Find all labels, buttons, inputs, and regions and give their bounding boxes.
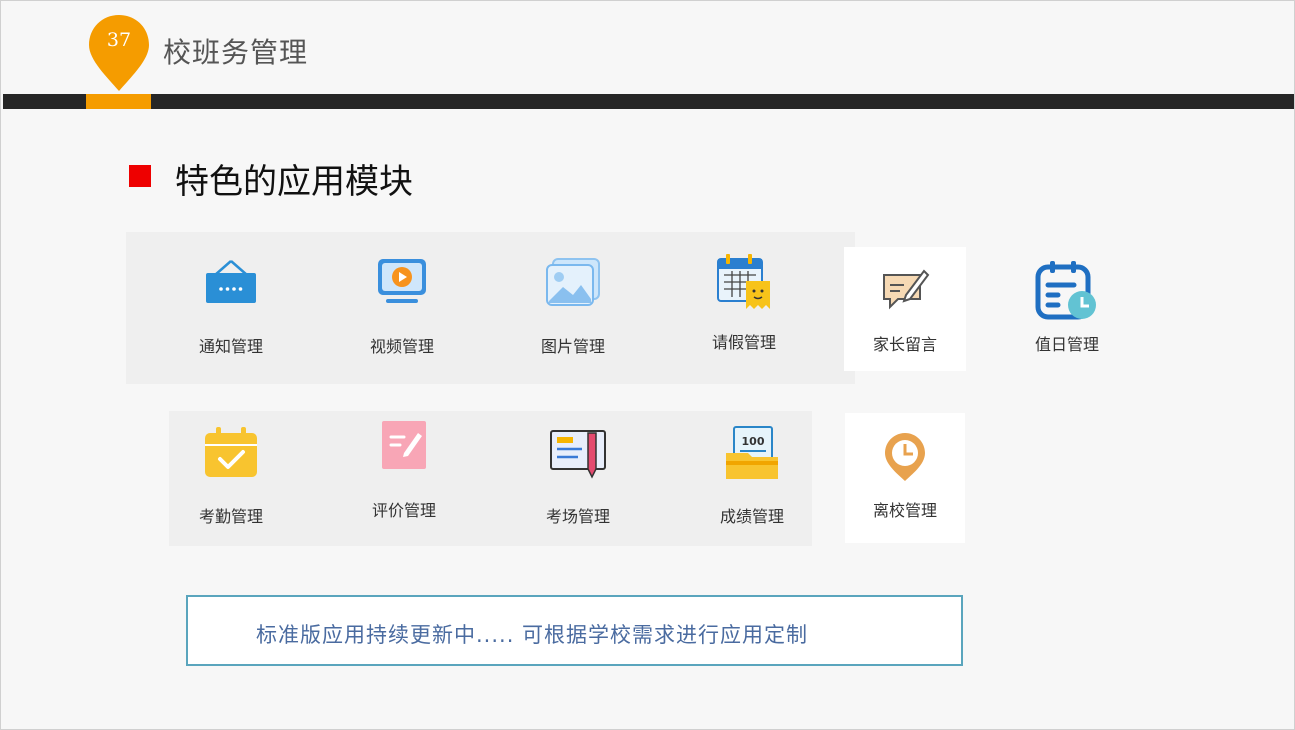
module-evaluation[interactable]: 评价管理 bbox=[344, 419, 464, 521]
video-monitor-icon bbox=[372, 255, 432, 315]
message-pen-icon bbox=[880, 263, 930, 313]
module-image[interactable]: 图片管理 bbox=[513, 255, 633, 357]
leave-calendar-icon bbox=[714, 251, 774, 311]
image-gallery-icon bbox=[543, 255, 603, 315]
leave-school-clock-pin-icon bbox=[883, 431, 927, 483]
attendance-check-icon bbox=[201, 425, 261, 485]
page-number-badge: 37 bbox=[89, 15, 149, 91]
notice-text: 标准版应用持续更新中..... 可根据学校需求进行应用定制 bbox=[256, 623, 809, 647]
module-label: 通知管理 bbox=[198, 337, 263, 356]
notice-box: 标准版应用持续更新中..... 可根据学校需求进行应用定制 bbox=[186, 595, 963, 666]
score-folder-icon: 100 bbox=[722, 425, 782, 485]
module-parent-message[interactable]: 家长留言 bbox=[845, 263, 965, 355]
module-label: 值日管理 bbox=[1034, 335, 1099, 354]
module-label: 评价管理 bbox=[371, 501, 436, 520]
module-label: 视频管理 bbox=[369, 337, 434, 356]
svg-text:100: 100 bbox=[742, 435, 765, 448]
map-pin-icon bbox=[89, 15, 149, 91]
module-leave-school[interactable]: 离校管理 bbox=[845, 431, 965, 521]
duty-calendar-clock-icon bbox=[1034, 259, 1100, 325]
header-divider-bar bbox=[3, 94, 1294, 109]
module-label: 请假管理 bbox=[711, 333, 776, 352]
slide: 37 校班务管理 特色的应用模块 通知管理 视频管理 图片管理 请假管理 家长留… bbox=[0, 0, 1295, 730]
module-video[interactable]: 视频管理 bbox=[342, 255, 462, 357]
module-scores[interactable]: 100 成绩管理 bbox=[692, 425, 812, 527]
module-leave-request[interactable]: 请假管理 bbox=[684, 251, 804, 353]
evaluation-note-icon bbox=[374, 419, 434, 479]
module-label: 离校管理 bbox=[872, 501, 937, 520]
module-label: 家长留言 bbox=[872, 335, 937, 354]
section-bullet bbox=[129, 165, 151, 187]
section-title: 特色的应用模块 bbox=[175, 162, 413, 202]
module-notice[interactable]: 通知管理 bbox=[171, 255, 291, 357]
module-exam-room[interactable]: 考场管理 bbox=[518, 425, 638, 527]
header-divider-accent bbox=[86, 94, 151, 109]
page-number: 37 bbox=[106, 29, 132, 51]
module-label: 考场管理 bbox=[545, 507, 610, 526]
page-title: 校班务管理 bbox=[163, 36, 309, 69]
module-duty[interactable]: 值日管理 bbox=[1007, 259, 1127, 355]
module-attendance[interactable]: 考勤管理 bbox=[171, 425, 291, 527]
module-label: 考勤管理 bbox=[198, 507, 263, 526]
notice-board-icon bbox=[201, 255, 261, 315]
module-label: 图片管理 bbox=[540, 337, 605, 356]
module-label: 成绩管理 bbox=[719, 507, 784, 526]
exam-card-pen-icon bbox=[548, 425, 608, 485]
